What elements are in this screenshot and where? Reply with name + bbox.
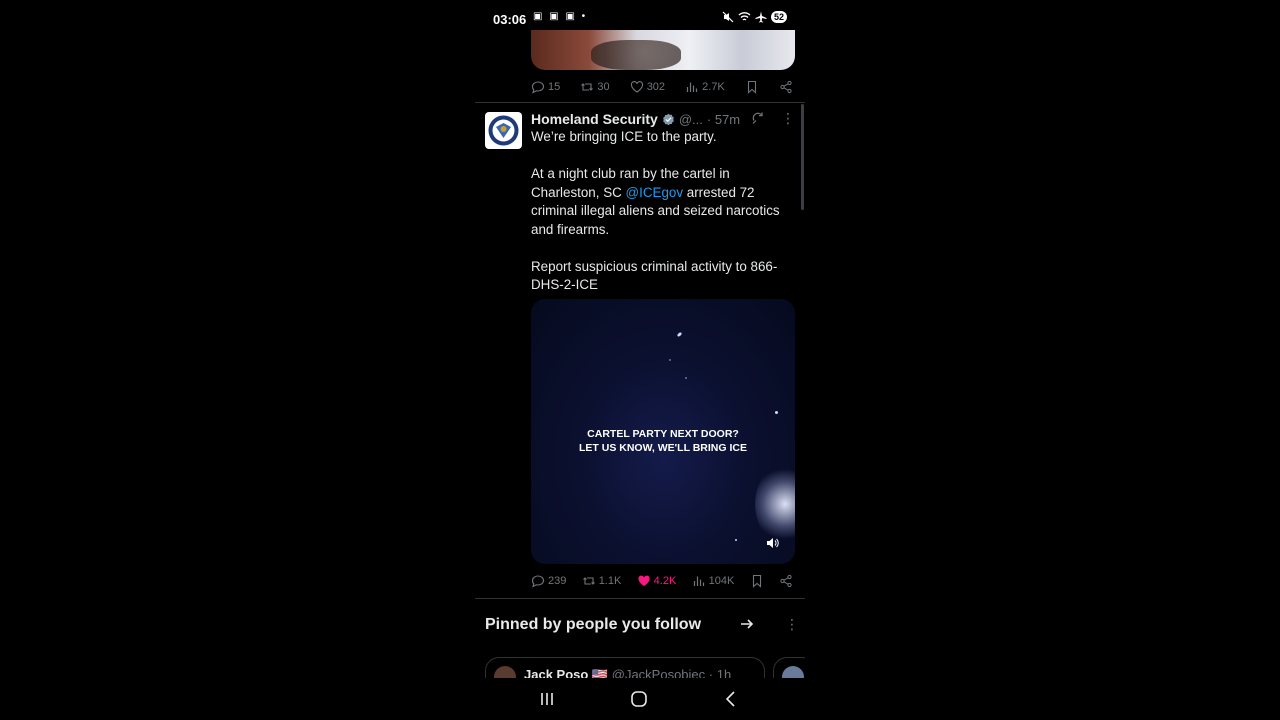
share-icon — [780, 80, 792, 94]
like-count: 4.2K — [653, 575, 677, 587]
home-icon[interactable] — [629, 690, 649, 708]
volume-icon[interactable] — [765, 536, 779, 550]
bookmark-icon — [752, 574, 761, 588]
author-handle[interactable]: @... — [679, 112, 703, 127]
repost-icon — [581, 83, 594, 91]
reply-icon — [531, 81, 545, 94]
bookmark-button[interactable] — [750, 574, 764, 588]
heart-icon — [630, 81, 643, 93]
avatar[interactable] — [485, 112, 522, 149]
repost-button[interactable]: 1.1K — [582, 574, 622, 588]
like-button[interactable]: 4.2K — [637, 574, 677, 588]
repost-button[interactable]: 30 — [580, 80, 610, 94]
repost-icon — [582, 577, 595, 585]
back-icon[interactable] — [721, 690, 741, 708]
bookmark-icon — [747, 80, 756, 94]
share-button[interactable] — [779, 80, 793, 94]
share-icon — [780, 574, 792, 588]
heart-filled-icon — [638, 575, 650, 586]
grok-icon[interactable] — [751, 111, 765, 125]
share-button[interactable] — [779, 574, 793, 588]
status-time: 03:06 — [493, 12, 527, 27]
video-caption: CARTEL PARTY NEXT DOOR? LET US KNOW, WE'… — [579, 428, 747, 454]
mute-icon — [722, 11, 734, 23]
recent-apps-icon[interactable] — [537, 690, 557, 708]
more-options-icon[interactable]: ⋮ — [781, 110, 795, 127]
author-name[interactable]: Homeland Security — [531, 111, 658, 127]
airplane-icon — [755, 11, 767, 23]
like-button[interactable]: 302 — [630, 80, 665, 94]
bookmark-button[interactable] — [745, 80, 759, 94]
divider — [475, 598, 805, 599]
more-options-icon[interactable]: ⋮ — [785, 616, 799, 633]
section-title: Pinned by people you follow — [485, 616, 702, 633]
like-count: 302 — [646, 81, 666, 93]
reply-count: 15 — [548, 81, 561, 93]
reply-button[interactable]: 15 — [531, 80, 560, 94]
previous-tweet-actions: 15 30 302 2.7K — [531, 79, 793, 95]
tweet-time[interactable]: · 57m — [707, 112, 740, 127]
views-button[interactable]: 104K — [692, 574, 735, 588]
repost-count: 30 — [597, 81, 610, 93]
mention-link[interactable]: @ICEgov — [626, 185, 684, 200]
verified-badge-icon — [662, 113, 674, 125]
tweet-line: At a night club ran by the cartel in Cha… — [531, 166, 780, 237]
scrollbar[interactable] — [801, 104, 804, 210]
tweet-actions: 239 1.1K 4.2K 104K — [531, 573, 793, 589]
view-count: 2.7K — [702, 81, 725, 93]
view-count: 104K — [708, 575, 735, 587]
phone-screen: 03:06 ▣ ▣ ▣ • 52 15 30 302 2.7K Homeland… — [475, 0, 805, 720]
tweet-line: We’re bringing ICE to the party. — [531, 129, 717, 144]
navigation-bar — [475, 678, 805, 720]
reply-button[interactable]: 239 — [531, 574, 566, 588]
system-icons: 52 — [722, 11, 787, 23]
reply-count: 239 — [548, 575, 567, 587]
views-icon — [687, 82, 698, 92]
tweet-video[interactable]: CARTEL PARTY NEXT DOOR? LET US KNOW, WE'… — [531, 299, 795, 564]
repost-count: 1.1K — [598, 575, 622, 587]
views-button[interactable]: 2.7K — [685, 80, 725, 94]
previous-tweet-media[interactable] — [531, 30, 795, 70]
status-bar: 03:06 ▣ ▣ ▣ • 52 — [475, 0, 805, 34]
tweet-text: We’re bringing ICE to the party. At a ni… — [531, 128, 799, 295]
dhs-seal-icon — [488, 115, 519, 146]
notification-indicators: ▣ ▣ ▣ • — [533, 11, 588, 22]
tweet-header: Homeland Security @... · 57m ⋮ — [531, 110, 801, 128]
battery-level: 52 — [770, 11, 787, 23]
wifi-icon — [738, 12, 751, 21]
views-icon — [693, 576, 704, 586]
tweet-line: Report suspicious criminal activity to 8… — [531, 258, 778, 293]
arrow-right-icon[interactable] — [739, 616, 755, 632]
reply-icon — [531, 575, 545, 588]
divider — [475, 102, 805, 103]
